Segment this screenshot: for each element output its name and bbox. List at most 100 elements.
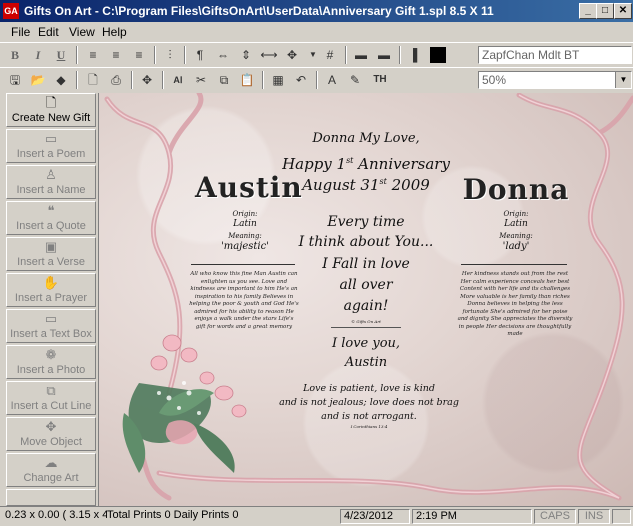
print-icon[interactable]: ⎙	[106, 71, 126, 89]
standard-toolbar: 🖫 📂 ◆ 🗋 ⎙ ✥ AⅠ ✂ ⧉ 📋 ▦ ↶ A ✎ TH 50% ▼	[0, 67, 633, 94]
horizontal-spacing-icon[interactable]: ⇔	[213, 46, 233, 64]
insert-photo-button[interactable]: ❁ Insert a Photo	[6, 345, 96, 379]
print-preview-icon[interactable]: 🗋	[83, 71, 103, 89]
chevron-down-icon[interactable]: ▼	[615, 72, 631, 88]
font-select[interactable]: ZapfChan Mdlt BT	[478, 46, 632, 64]
zoom-select-value: 50%	[482, 73, 507, 87]
poem-line-3[interactable]: I Fall in love	[266, 256, 466, 272]
praying-hands-icon: ✋	[42, 275, 60, 290]
paste-icon[interactable]: 📋	[237, 71, 257, 89]
page-icon: 🗋	[45, 95, 57, 110]
insert-prayer-button[interactable]: ✋ Insert a Prayer	[6, 273, 96, 307]
minimize-button[interactable]: _	[579, 3, 597, 19]
right-meaning-label: Meaning:	[499, 232, 533, 240]
status-prints: Total Prints 0 Daily Prints 0	[107, 509, 239, 521]
quote-line-3[interactable]: and is not arrogant.	[239, 411, 499, 422]
move-object-button[interactable]: ✥ Move Object	[6, 417, 96, 451]
rose-bouquet-art	[122, 334, 247, 473]
paragraph-icon[interactable]: ¶	[190, 46, 210, 64]
poem-line-4[interactable]: all over	[266, 277, 466, 293]
insert-cut-line-button[interactable]: ⧉ Insert a Cut Line	[6, 381, 96, 415]
kerning-icon[interactable]: TH	[370, 71, 390, 89]
close-button[interactable]: ✕	[614, 3, 632, 19]
line-color-icon[interactable]: ▬	[351, 46, 371, 64]
center-horizontal-icon[interactable]: ⟷	[259, 46, 279, 64]
maximize-button[interactable]: □	[596, 3, 614, 19]
pen-icon[interactable]: ✎	[345, 71, 365, 89]
poem-line-2[interactable]: I think about You...	[266, 234, 466, 250]
poem-line-1[interactable]: Every time	[266, 214, 466, 230]
insert-quote-button[interactable]: ❝ Insert a Quote	[6, 201, 96, 235]
cut-line-icon: ⧉	[46, 383, 56, 398]
palette-more-button[interactable]	[6, 489, 96, 506]
insert-text-box-button[interactable]: ▭ Insert a Text Box	[6, 309, 96, 343]
greeting-text[interactable]: Donna My Love,	[99, 131, 633, 146]
zoom-select[interactable]: 50% ▼	[478, 71, 632, 89]
poem-line-5[interactable]: again!	[266, 298, 466, 314]
right-origin[interactable]: Latin	[461, 219, 571, 229]
bold-button[interactable]: B	[5, 46, 25, 64]
italic-button[interactable]: I	[28, 46, 48, 64]
resize-grip[interactable]	[612, 509, 631, 524]
eraser-icon[interactable]: ◆	[51, 71, 71, 89]
move-icon: ✥	[45, 419, 57, 434]
insert-verse-button[interactable]: ▣ Insert a Verse	[6, 237, 96, 271]
art-icon: ☁	[44, 455, 58, 470]
grid-icon[interactable]: #	[320, 46, 340, 64]
text-tool-icon[interactable]: A	[322, 71, 342, 89]
all-caps-icon[interactable]: AⅠ	[168, 71, 188, 89]
tool-palette: 🗋 Create New Gift ▭ Insert a Poem ♙ Inse…	[0, 93, 99, 506]
status-time: 2:19 PM	[412, 509, 532, 524]
color-swatch[interactable]	[430, 47, 446, 63]
status-date: 4/23/2012	[340, 509, 410, 524]
change-art-button[interactable]: ☁ Change Art	[6, 453, 96, 487]
vertical-spacing-icon[interactable]: ⇕	[236, 46, 256, 64]
text-color-icon[interactable]: ▐	[403, 46, 423, 64]
menu-bar: File Edit View Help	[0, 22, 633, 42]
book-icon: ▭	[44, 131, 58, 146]
right-origin-label: Origin:	[503, 210, 529, 218]
quote-credit: I Corinthians 13:4	[350, 424, 388, 429]
right-divider	[461, 264, 567, 265]
insert-name-button[interactable]: ♙ Insert a Name	[6, 165, 96, 199]
app-icon: GA	[3, 3, 19, 19]
closing-text[interactable]: I love you,	[266, 336, 466, 351]
anniversary-line[interactable]: Happy 1st Anniversary	[99, 155, 633, 173]
menu-edit[interactable]: Edit	[38, 25, 59, 39]
align-left-icon[interactable]: ≡	[83, 46, 103, 64]
align-right-icon[interactable]: ≡	[129, 46, 149, 64]
signature-text[interactable]: Austin	[266, 355, 466, 370]
open-folder-icon[interactable]: 📂	[28, 71, 48, 89]
camera-icon: ❁	[45, 347, 57, 362]
save-icon[interactable]: 🖫	[5, 71, 25, 89]
center-both-icon[interactable]: ✥	[282, 46, 302, 64]
left-name[interactable]: Austin	[195, 171, 302, 204]
copy-icon[interactable]: ⧉	[214, 71, 234, 89]
fill-color-icon[interactable]: ▬	[374, 46, 394, 64]
line-spacing-icon[interactable]: ⫶	[160, 46, 180, 64]
underline-button[interactable]: U	[51, 46, 71, 64]
undo-icon[interactable]: ↶	[291, 71, 311, 89]
quote-line-1[interactable]: Love is patient, love is kind	[239, 383, 499, 394]
right-verse[interactable]: Her kindness stands out from the rest He…	[457, 271, 573, 339]
create-new-gift-button[interactable]: 🗋 Create New Gift	[6, 93, 96, 127]
menu-file[interactable]: File	[11, 25, 30, 39]
font-select-value: ZapfChan Mdlt BT	[482, 48, 580, 62]
menu-help[interactable]: Help	[102, 25, 127, 39]
quote-icon: ❝	[47, 203, 55, 218]
menu-view[interactable]: View	[69, 25, 95, 39]
right-name[interactable]: Donna	[461, 173, 571, 206]
align-center-icon[interactable]: ≡	[106, 46, 126, 64]
gift-canvas[interactable]: Donna My Love, Happy 1st Anniversary Aug…	[99, 93, 633, 506]
quote-line-2[interactable]: and is not jealous; love does not brag	[239, 397, 499, 408]
format-toolbar: B I U ≡ ≡ ≡ ⫶ ¶ ⇔ ⇕ ⟷ ✥ ▼ # ▬ ▬ ▐ ZapfCh…	[0, 42, 633, 69]
insert-poem-button[interactable]: ▭ Insert a Poem	[6, 129, 96, 163]
bible-icon: ▣	[44, 239, 58, 254]
window-title: Gifts On Art - C:\Program Files\GiftsOnA…	[24, 4, 494, 18]
properties-icon[interactable]: ▦	[268, 71, 288, 89]
right-meaning[interactable]: 'lady'	[461, 241, 571, 252]
status-ins: INS	[578, 509, 610, 524]
cut-icon[interactable]: ✂	[191, 71, 211, 89]
move-object-icon[interactable]: ✥	[137, 71, 157, 89]
person-icon: ♙	[45, 167, 57, 182]
